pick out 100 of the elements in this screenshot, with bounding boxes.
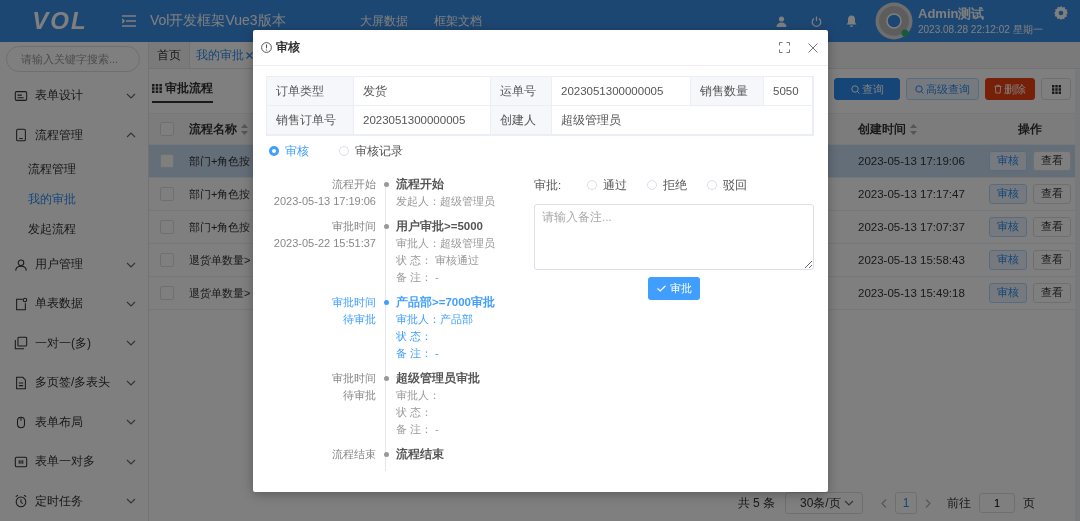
- power-icon[interactable]: [811, 15, 822, 27]
- step-detail: 审批人：超级管理员: [396, 236, 495, 251]
- field-label: 订单类型: [267, 77, 354, 106]
- action-button[interactable]: 查看: [1033, 184, 1071, 204]
- action-button[interactable]: 审核: [989, 283, 1027, 303]
- page-number[interactable]: 1: [895, 492, 917, 514]
- sidebar-subitem[interactable]: 我的审批: [0, 184, 148, 215]
- field-label: 销售订单号: [267, 106, 354, 135]
- decision-radio[interactable]: 驳回: [707, 177, 748, 193]
- user-icon[interactable]: [776, 15, 787, 27]
- user-name: Admin测试: [918, 5, 986, 23]
- sidebar-item[interactable]: 定时任务: [0, 481, 148, 521]
- grid-icon: [1051, 84, 1061, 94]
- sidebar-item[interactable]: 用户管理: [0, 244, 148, 285]
- field-label: 销售数量: [691, 77, 764, 106]
- action-button[interactable]: 审核: [989, 250, 1027, 270]
- step-title: 超级管理员审批: [396, 371, 480, 386]
- decision-radio[interactable]: 通过: [587, 177, 628, 193]
- grid-view-button[interactable]: [1041, 78, 1071, 100]
- step-title: 流程开始: [396, 176, 444, 192]
- table-cell: 退货单数量>: [189, 252, 251, 268]
- step-meta: 审批时间: [332, 295, 376, 310]
- sort-icon[interactable]: [910, 123, 917, 135]
- search-icon: [915, 84, 924, 94]
- action-button[interactable]: 查看: [1033, 283, 1071, 303]
- trash-icon: [994, 84, 1002, 94]
- field-label: 创建人: [491, 106, 552, 135]
- sort-icon[interactable]: [241, 123, 248, 135]
- view-radio[interactable]: 审核: [269, 143, 309, 159]
- step-detail: 发起人：超级管理员: [396, 194, 495, 209]
- sidebar-item[interactable]: 表单一对多: [0, 442, 148, 482]
- delete-button[interactable]: 删除: [985, 78, 1035, 100]
- column-header: 流程名称: [189, 121, 237, 137]
- remark-field[interactable]: 请输入备注...: [534, 204, 814, 270]
- step-detail: 状 态：: [396, 405, 433, 420]
- search-icon: [850, 84, 860, 94]
- sidebar-item[interactable]: 表单设计: [0, 75, 148, 116]
- menu-item-icon: [14, 128, 28, 143]
- table-cell: 2023-05-13 17:07:37: [858, 221, 965, 233]
- fullscreen-icon[interactable]: [779, 42, 790, 53]
- header-link[interactable]: 大屏数据: [360, 12, 408, 30]
- table-cell: 2023-05-13 17:19:06: [858, 155, 965, 167]
- info-icon: [261, 42, 272, 53]
- chevron-icon: [126, 498, 136, 505]
- action-button[interactable]: 查看: [1033, 250, 1071, 270]
- table-cell: 部门+角色按: [189, 153, 251, 169]
- chevron-icon: [126, 458, 136, 465]
- action-button[interactable]: 审核: [989, 184, 1027, 204]
- chevron-icon: [126, 419, 136, 426]
- close-icon[interactable]: [246, 51, 253, 59]
- field-label: 运单号: [491, 77, 552, 106]
- avatar-icon[interactable]: [875, 2, 913, 40]
- action-button[interactable]: 查看: [1033, 217, 1071, 237]
- total-count: 共 5 条: [737, 494, 775, 512]
- dialog-title: 审核: [276, 39, 301, 56]
- settings-icon[interactable]: [1054, 6, 1068, 20]
- check-icon: [656, 285, 666, 292]
- action-button[interactable]: 审核: [989, 217, 1027, 237]
- menu-item-icon: [14, 88, 28, 103]
- header-link[interactable]: 框架文档: [434, 12, 482, 30]
- app-logo: VOL: [31, 7, 89, 35]
- sidebar-item[interactable]: 表单布局: [0, 402, 148, 443]
- approve-button[interactable]: 审批: [648, 277, 700, 300]
- chevron-icon: [126, 300, 136, 307]
- next-page-icon[interactable]: [925, 498, 931, 508]
- column-header: 操作: [1018, 121, 1042, 137]
- menu-icon[interactable]: [122, 15, 136, 27]
- menu-item-icon: [14, 494, 28, 509]
- search-button[interactable]: 查询: [834, 78, 900, 100]
- step-title: 流程结束: [396, 446, 444, 462]
- view-radio[interactable]: 审核记录: [339, 143, 403, 159]
- action-button[interactable]: 审核: [989, 151, 1027, 171]
- goto-label: 前往: [947, 494, 971, 512]
- menu-item-icon: [14, 257, 28, 272]
- decision-radio[interactable]: 拒绝: [647, 177, 688, 193]
- chevron-icon: [126, 132, 136, 139]
- sidebar-subitem[interactable]: 发起流程: [0, 214, 148, 245]
- sidebar-item[interactable]: 单表数据: [0, 284, 148, 324]
- chevron-icon: [126, 340, 136, 347]
- table-cell: 2023-05-13 17:17:47: [858, 188, 965, 200]
- sidebar-subitem[interactable]: 流程管理: [0, 154, 148, 185]
- close-icon[interactable]: [808, 42, 818, 53]
- checkbox[interactable]: [160, 154, 174, 168]
- step-meta: 2023-05-22 15:51:37: [273, 236, 376, 251]
- app-title: Vol开发框架Vue3版本: [150, 12, 287, 30]
- table-cell: 部门+角色按: [189, 186, 251, 202]
- step-title: 产品部>=7000审批: [396, 294, 495, 310]
- page-input[interactable]: 1: [979, 493, 1015, 513]
- bell-icon[interactable]: [846, 15, 857, 27]
- page-tab[interactable]: 我的审批: [190, 42, 256, 68]
- table-cell: 退货单数量>: [189, 285, 251, 301]
- menu-item-icon: [14, 375, 28, 390]
- step-meta: 待审批: [343, 312, 376, 327]
- sidebar-item[interactable]: 一对一(多): [0, 323, 148, 364]
- action-button[interactable]: 查看: [1033, 151, 1071, 171]
- advanced-search-button[interactable]: 高级查询: [906, 78, 979, 100]
- sidebar-item[interactable]: 流程管理: [0, 115, 148, 155]
- sidebar-item[interactable]: 多页签/多表头: [0, 363, 148, 403]
- step-detail: 审批人：产品部: [396, 312, 473, 327]
- prev-page-icon[interactable]: [881, 498, 887, 508]
